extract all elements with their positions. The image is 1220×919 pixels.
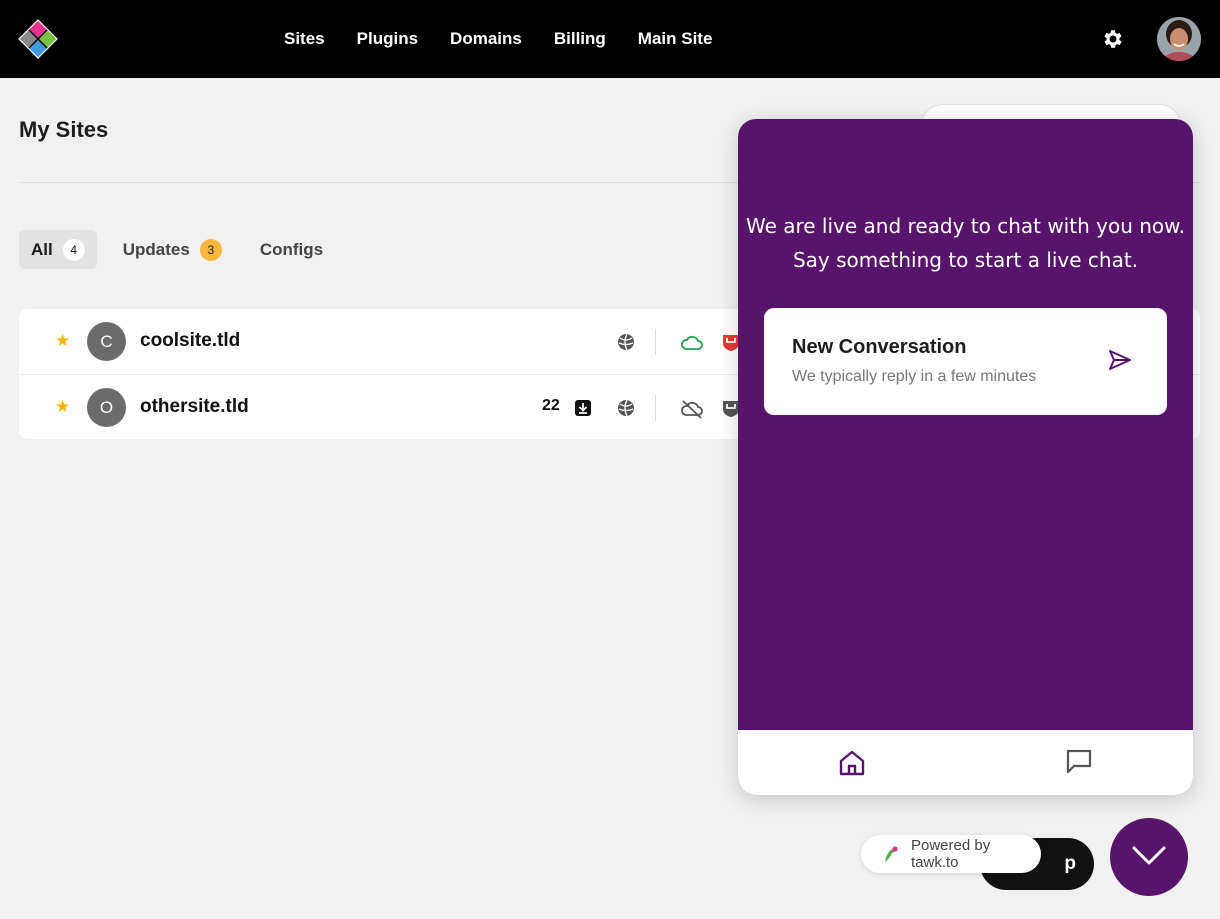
tab-all-label: All [31,239,53,259]
tab-configs[interactable]: Configs [248,230,335,269]
logo-icon[interactable] [18,19,58,59]
send-icon[interactable] [1106,346,1134,374]
home-icon[interactable] [837,748,867,778]
divider [655,395,656,421]
cloud-icon[interactable] [680,333,704,353]
site-avatar: O [87,388,126,427]
update-count: 22 [542,397,560,414]
conversation-title: New Conversation [792,336,967,358]
avatar[interactable] [1157,17,1201,61]
tab-updates-label: Updates [122,239,190,259]
nav-billing[interactable]: Billing [538,29,622,49]
nav-plugins[interactable]: Plugins [341,29,434,49]
nav-sites[interactable]: Sites [268,29,341,49]
nav-main-site[interactable]: Main Site [622,29,729,49]
message-icon[interactable] [1064,746,1094,776]
chat-greeting-line: Say something to start a live chat. [792,248,1139,272]
tab-all-count: 4 [62,238,85,261]
gear-icon[interactable] [1101,27,1125,51]
tab-all[interactable]: All 4 [19,230,97,269]
powered-by-badge[interactable]: Powered by tawk.to [861,835,1041,873]
help-button-label: p [1064,853,1076,874]
tab-updates-count: 3 [199,238,222,261]
site-name[interactable]: coolsite.tld [140,330,240,352]
main-nav: Sites Plugins Domains Billing Main Site [268,0,728,78]
download-icon[interactable] [574,399,592,417]
cloud-off-icon[interactable] [680,399,704,419]
top-navbar: Sites Plugins Domains Billing Main Site [0,0,1220,78]
conversation-subtitle: We typically reply in a few minutes [792,368,1037,385]
filter-tabs: All 4 Updates 3 Configs [19,230,335,269]
tab-configs-label: Configs [259,239,324,259]
chat-toggle-button[interactable] [1110,818,1188,896]
globe-icon[interactable] [616,398,636,418]
site-avatar: C [87,322,126,361]
divider [655,329,656,355]
powered-by-text: Powered by tawk.to [911,837,991,871]
new-conversation-button[interactable]: New Conversation We typically reply in a… [764,308,1167,415]
page-title: My Sites [19,117,109,142]
star-icon[interactable]: ★ [55,397,70,417]
nav-domains[interactable]: Domains [434,29,538,49]
chat-footer [738,730,1193,795]
chat-greeting-line: We are live and ready to chat with you n… [745,214,1186,238]
chat-widget: We are live and ready to chat with you n… [738,119,1193,795]
chevron-down-icon [1132,846,1166,865]
site-name[interactable]: othersite.tld [140,396,249,418]
globe-icon[interactable] [616,332,636,352]
tawk-logo-icon [885,846,898,862]
chat-greeting: We are live and ready to chat with you n… [738,209,1193,277]
tab-updates[interactable]: Updates 3 [111,230,234,269]
star-icon[interactable]: ★ [55,331,70,351]
